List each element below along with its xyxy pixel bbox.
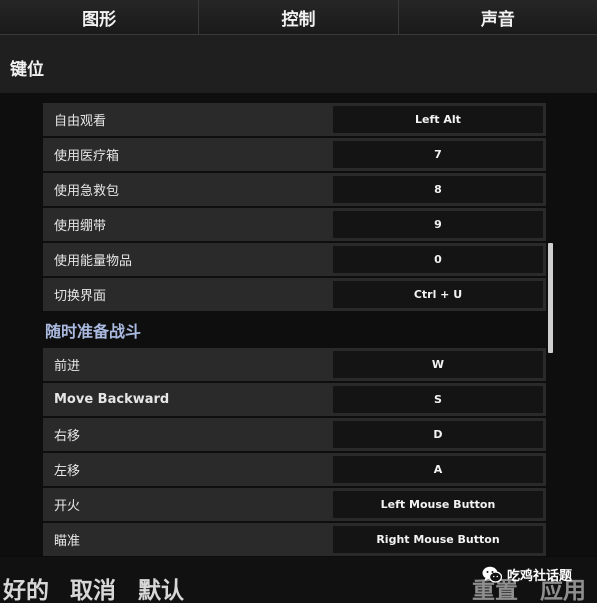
keybind-label: 使用医疗箱 [54,149,120,164]
tab-graphics[interactable]: 图形 [0,0,200,34]
keybind-value-button[interactable]: 9 [333,211,543,238]
keybind-row-toggle-ui: 切换界面 Ctrl + U [43,278,546,311]
keybind-label: 使用绷带 [54,219,107,234]
keybind-value-button[interactable]: Left Mouse Button [333,491,543,518]
section-header: 键位 [0,35,597,93]
keybind-row-free-look: 自由观看 Left Alt [43,103,546,136]
keybind-label: 切换界面 [54,289,107,304]
keybind-row-move-forward: 前进 W [43,348,546,381]
watermark: 吃鸡社话题 [482,565,572,584]
keybind-label: Move Backward [54,392,170,407]
keybind-row-move-backward: Move Backward S [43,383,546,416]
keybind-value-button[interactable]: 0 [333,246,543,273]
keybind-label: 右移 [54,429,81,444]
cancel-button[interactable]: 取消 [70,571,116,603]
keybinding-list[interactable]: 自由观看 Left Alt 使用医疗箱 7 使用急救包 8 使用绷带 9 使用能… [0,93,597,558]
keybind-value-button[interactable]: W [333,351,543,378]
keybind-row-boost-item: 使用能量物品 0 [43,243,546,276]
keybind-value-button[interactable]: S [333,386,543,413]
keybind-row-bandage: 使用绷带 9 [43,208,546,241]
keybind-label: 使用能量物品 [54,254,133,269]
keybind-row-move-left: 左移 A [43,453,546,486]
keybind-label: 前进 [54,359,81,374]
keybind-label: 自由观看 [54,114,107,129]
wechat-icon [482,566,502,583]
keybind-value-button[interactable]: 7 [333,141,543,168]
keybind-row-aim: 瞄准 Right Mouse Button [43,523,546,556]
keybind-value-button[interactable]: Right Mouse Button [333,526,543,553]
tab-sound[interactable]: 声音 [398,0,597,34]
default-button[interactable]: 默认 [138,571,184,603]
keybind-row-move-right: 右移 D [43,418,546,451]
keybind-label: 左移 [54,464,81,479]
keybind-value-button[interactable]: Left Alt [333,106,543,133]
keybind-value-button[interactable]: Ctrl + U [333,281,543,308]
ok-button[interactable]: 好的 [3,571,49,603]
category-title: 随时准备战斗 [45,322,142,341]
keybind-label: 使用急救包 [54,184,120,199]
keybind-value-button[interactable]: D [333,421,543,448]
keybind-label: 瞄准 [54,534,81,549]
keybind-label: 开火 [54,499,81,514]
category-heading: 随时准备战斗 [43,313,546,347]
keybind-row-first-aid: 使用急救包 8 [43,173,546,206]
keybind-row-fire: 开火 Left Mouse Button [43,488,546,521]
section-title: 键位 [10,60,44,80]
tab-controls[interactable]: 控制 [199,0,399,34]
keybind-row-medkit: 使用医疗箱 7 [43,138,546,171]
settings-page: 图形 控制 声音 键位 自由观看 Left Alt 使用医疗箱 7 使用急救包 … [0,0,597,603]
watermark-text: 吃鸡社话题 [507,569,573,584]
scrollbar-thumb[interactable] [548,243,553,353]
keybinding-list-inner: 自由观看 Left Alt 使用医疗箱 7 使用急救包 8 使用绷带 9 使用能… [43,103,546,558]
settings-tabs: 图形 控制 声音 [0,0,597,35]
keybind-value-button[interactable]: A [333,456,543,483]
keybind-value-button[interactable]: 8 [333,176,543,203]
